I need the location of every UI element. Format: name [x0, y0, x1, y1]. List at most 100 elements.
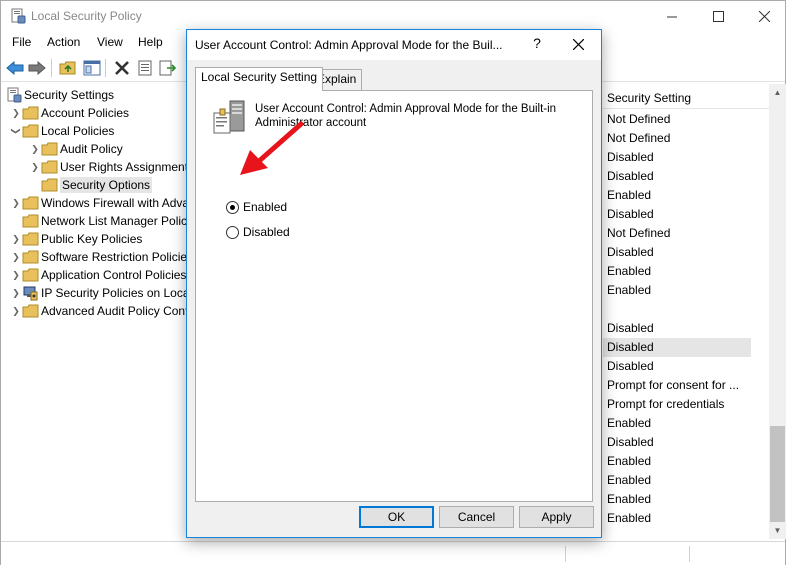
- cancel-button[interactable]: Cancel: [439, 506, 514, 528]
- radio-enabled[interactable]: Enabled: [226, 200, 287, 214]
- scrollbar-thumb[interactable]: [770, 426, 785, 522]
- vertical-scrollbar[interactable]: ▲ ▼: [769, 84, 786, 539]
- chevron-right-icon[interactable]: ❯: [29, 140, 41, 158]
- menu-help[interactable]: Help: [138, 35, 163, 49]
- folder-icon: [22, 105, 39, 121]
- radio-disabled[interactable]: Disabled: [226, 225, 290, 239]
- tree-item-security-options[interactable]: Security Options: [29, 176, 153, 194]
- tree-item-label: Public Key Policies: [41, 232, 143, 246]
- policy-list: Security Setting Not Defined Not Defined…: [603, 84, 769, 539]
- tree-item-label: Software Restriction Policies: [41, 250, 191, 264]
- list-item[interactable]: Enabled: [603, 281, 751, 300]
- list-item[interactable]: Disabled: [603, 148, 751, 167]
- dialog-close-button[interactable]: [567, 34, 589, 55]
- tree-item-label: Windows Firewall with Advanced Security: [41, 196, 191, 210]
- list-item[interactable]: Enabled: [603, 262, 751, 281]
- ok-button[interactable]: OK: [359, 506, 434, 528]
- tree-item-windows-firewall[interactable]: ❯ Windows Firewall with Advanced Securit…: [10, 194, 191, 212]
- status-bar: [1, 541, 785, 565]
- list-item[interactable]: Disabled: [603, 243, 751, 262]
- list-item[interactable]: Not Defined: [603, 110, 751, 129]
- tree-item-security-settings[interactable]: Security Settings: [5, 86, 114, 104]
- folder-icon: [41, 159, 58, 175]
- list-item[interactable]: Enabled: [603, 186, 751, 205]
- chevron-right-icon[interactable]: ❯: [10, 104, 22, 122]
- show-hide-console-tree-button[interactable]: [82, 58, 102, 78]
- chevron-right-icon[interactable]: ❯: [29, 158, 41, 176]
- menu-action[interactable]: Action: [47, 35, 80, 49]
- policy-properties-dialog: User Account Control: Admin Approval Mod…: [186, 29, 602, 538]
- tree-item-label: IP Security Policies on Local Computer: [41, 286, 191, 300]
- chevron-right-icon[interactable]: ❯: [10, 284, 22, 302]
- list-item[interactable]: Not Defined: [603, 224, 751, 243]
- list-item[interactable]: Prompt for credentials: [603, 395, 751, 414]
- minimize-button[interactable]: [649, 1, 695, 32]
- forward-button[interactable]: [27, 58, 47, 78]
- chevron-right-icon[interactable]: ❯: [10, 266, 22, 284]
- status-separator: [689, 546, 690, 562]
- tree-item-software-restriction[interactable]: ❯ Software Restriction Policies: [10, 248, 191, 266]
- up-one-level-button[interactable]: [58, 58, 78, 78]
- close-window-button[interactable]: [741, 1, 786, 32]
- close-icon: [758, 11, 770, 22]
- list-item[interactable]: Prompt for consent for ...: [603, 376, 751, 395]
- delete-button[interactable]: [112, 58, 132, 78]
- main-titlebar[interactable]: Local Security Policy: [1, 1, 785, 32]
- tree-item-advanced-audit-policy[interactable]: ❯ Advanced Audit Policy Configuration: [10, 302, 191, 320]
- list-item[interactable]: Disabled: [603, 205, 751, 224]
- list-item[interactable]: Enabled: [603, 414, 751, 433]
- radio-checked-icon[interactable]: [226, 200, 239, 214]
- apply-button[interactable]: Apply: [519, 506, 594, 528]
- tab-local-security-setting[interactable]: Local Security Setting: [195, 67, 324, 91]
- tree-item-local-policies[interactable]: ❯ Local Policies: [7, 122, 115, 140]
- tree-item-audit-policy[interactable]: ❯ Audit Policy: [29, 140, 122, 158]
- properties-button[interactable]: [135, 58, 155, 78]
- list-item[interactable]: [603, 300, 751, 319]
- list-item[interactable]: Enabled: [603, 452, 751, 471]
- tree-item-label: Security Options: [60, 177, 153, 193]
- forward-arrow-icon: [28, 61, 46, 75]
- scroll-up-icon[interactable]: ▲: [769, 84, 786, 101]
- dialog-titlebar[interactable]: User Account Control: Admin Approval Mod…: [187, 30, 601, 60]
- radio-unchecked-icon[interactable]: [226, 225, 239, 239]
- chevron-right-icon[interactable]: ❯: [10, 302, 22, 320]
- server-policy-icon: [213, 100, 245, 134]
- tree-item-network-list-manager[interactable]: Network List Manager Policies: [10, 212, 191, 230]
- chevron-right-icon[interactable]: ❯: [10, 248, 22, 266]
- scroll-down-icon[interactable]: ▼: [769, 522, 786, 539]
- ip-security-icon: [22, 285, 39, 301]
- tree-item-user-rights-assignment[interactable]: ❯ User Rights Assignment: [29, 158, 188, 176]
- toolbar-separator: [105, 59, 106, 77]
- tree-item-label: Network List Manager Policies: [41, 214, 191, 228]
- chevron-right-icon[interactable]: ❯: [10, 194, 22, 212]
- maximize-button[interactable]: [695, 1, 741, 32]
- list-item[interactable]: Disabled: [603, 433, 751, 452]
- list-item[interactable]: Disabled: [603, 319, 751, 338]
- menu-view[interactable]: View: [97, 35, 123, 49]
- list-item[interactable]: Enabled: [603, 509, 751, 528]
- list-item[interactable]: Enabled: [603, 471, 751, 490]
- list-item[interactable]: Not Defined: [603, 129, 751, 148]
- tree-item-application-control[interactable]: ❯ Application Control Policies: [10, 266, 186, 284]
- tree-item-ip-security-policies[interactable]: ❯ IP Security Policies on Local Computer: [10, 284, 191, 302]
- help-icon[interactable]: ?: [527, 35, 547, 51]
- dialog-title: User Account Control: Admin Approval Mod…: [195, 38, 503, 52]
- maximize-icon: [712, 11, 724, 22]
- list-item[interactable]: Disabled: [603, 167, 751, 186]
- tree-item-account-policies[interactable]: ❯ Account Policies: [10, 104, 129, 122]
- chevron-right-icon[interactable]: ❯: [10, 230, 22, 248]
- export-list-button[interactable]: [158, 58, 178, 78]
- list-item[interactable]: Disabled: [603, 357, 751, 376]
- menu-file[interactable]: File: [12, 35, 31, 49]
- tree-item-public-key-policies[interactable]: ❯ Public Key Policies: [10, 230, 142, 248]
- back-arrow-icon: [6, 61, 24, 75]
- radio-disabled-label: Disabled: [243, 225, 290, 239]
- column-header-security-setting[interactable]: Security Setting: [603, 87, 769, 109]
- folder-icon: [22, 303, 39, 319]
- list-item-selected[interactable]: Disabled: [603, 338, 751, 357]
- chevron-down-icon[interactable]: ❯: [7, 125, 25, 137]
- list-item[interactable]: Enabled: [603, 490, 751, 509]
- back-button[interactable]: [5, 58, 25, 78]
- delete-x-icon: [115, 61, 129, 75]
